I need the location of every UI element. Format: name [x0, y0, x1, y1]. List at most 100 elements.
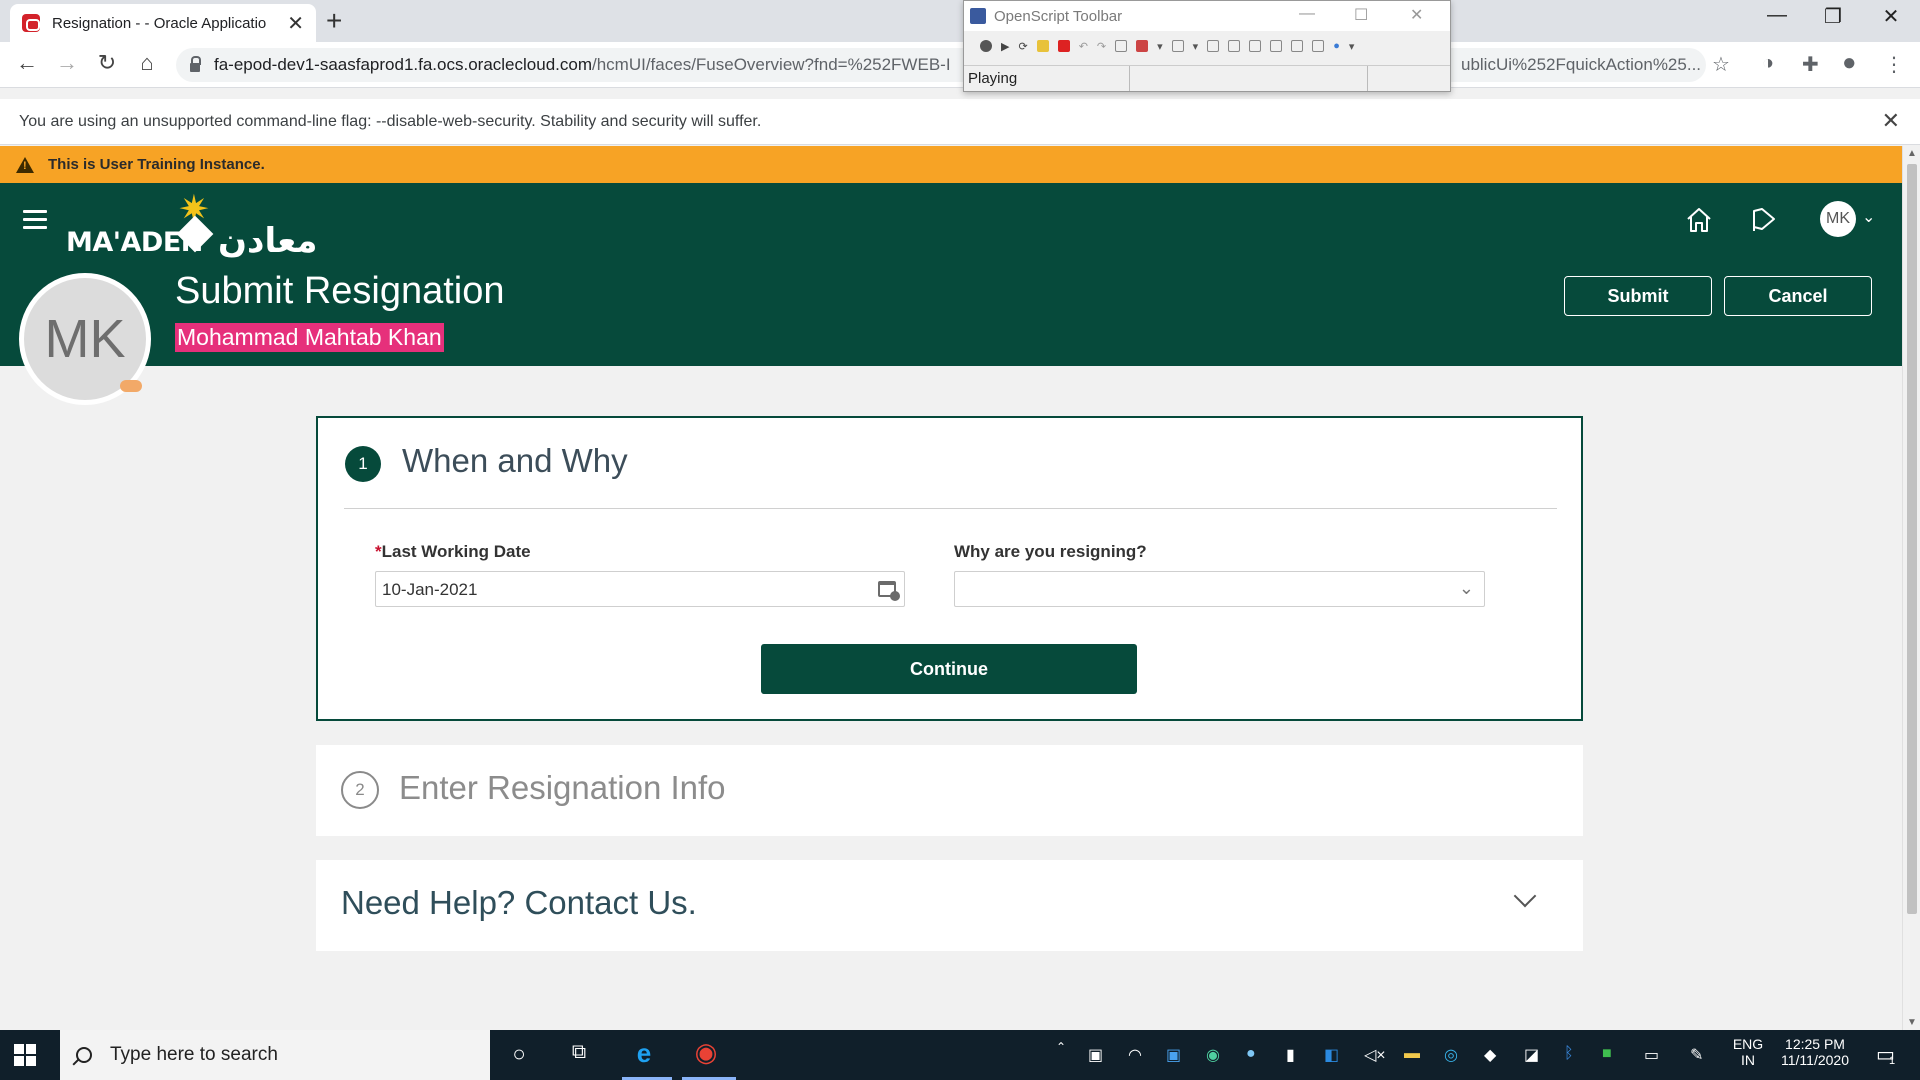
- calendar-icon[interactable]: [878, 581, 900, 601]
- play-icon[interactable]: ▶: [1001, 40, 1009, 53]
- tray-app-2-icon[interactable]: ▣: [1166, 1045, 1181, 1065]
- bluetooth-icon[interactable]: ᛒ: [1564, 1045, 1574, 1063]
- last-working-date-value: 10-Jan-2021: [382, 580, 478, 599]
- last-working-date-input[interactable]: 10-Jan-2021: [375, 571, 905, 607]
- cancel-button[interactable]: Cancel: [1724, 276, 1872, 316]
- stop-icon[interactable]: [1057, 40, 1070, 52]
- record-icon[interactable]: [980, 40, 992, 52]
- contact-us-section[interactable]: Need Help? Contact Us.: [316, 860, 1583, 951]
- cortana-icon[interactable]: ○: [506, 1041, 532, 1069]
- submit-button[interactable]: Submit: [1564, 276, 1712, 316]
- chrome-icon[interactable]: ◉: [688, 1037, 724, 1067]
- tab-title: Resignation - - Oracle Applicatio: [52, 14, 267, 32]
- tray-globe-icon[interactable]: ●: [1246, 1045, 1256, 1063]
- openscript-close-icon[interactable]: ✕: [1410, 5, 1423, 25]
- step-icon[interactable]: ⟳: [1018, 40, 1027, 53]
- person-name: Mohammad Mahtab Khan: [175, 323, 444, 352]
- window-close-icon[interactable]: ✕: [1866, 4, 1916, 29]
- user-menu-chevron-icon[interactable]: ⌄: [1862, 207, 1875, 227]
- section-divider: [344, 508, 1557, 509]
- openscript-toolbar-window: OpenScript Toolbar — ☐ ✕ ▶ ⟳ ↶ ↷ ▾ ▾ ● ▾…: [963, 0, 1451, 92]
- microphone-icon[interactable]: ▮: [1286, 1045, 1295, 1065]
- reload-icon[interactable]: ↻: [92, 50, 122, 76]
- tray-app-1-icon[interactable]: ▣: [1088, 1045, 1103, 1065]
- browser-tab[interactable]: Resignation - - Oracle Applicatio ✕: [10, 4, 316, 42]
- tree-icon[interactable]: [1270, 40, 1283, 52]
- scroll-thumb[interactable]: [1907, 164, 1917, 914]
- capture-icon[interactable]: [1136, 40, 1149, 52]
- new-tab-icon[interactable]: +: [326, 5, 342, 37]
- grid-icon[interactable]: [1312, 40, 1325, 52]
- expand-chevron-icon[interactable]: [1513, 884, 1537, 908]
- clock[interactable]: 12:25 PM 11/11/2020: [1774, 1036, 1856, 1068]
- training-instance-banner: This is User Training Instance.: [0, 146, 1902, 183]
- browser-menu-icon[interactable]: ⋮: [1884, 52, 1904, 77]
- maaden-logo[interactable]: ✷ MA'ADEN معادن: [66, 189, 336, 261]
- pause-icon[interactable]: [1036, 40, 1049, 52]
- redo-icon[interactable]: ↷: [1097, 40, 1106, 53]
- openscript-tools: ▶ ⟳ ↶ ↷ ▾ ▾ ● ▾: [964, 31, 1450, 61]
- back-icon[interactable]: ←: [12, 50, 42, 76]
- home-browser-icon[interactable]: ⌂: [132, 50, 162, 76]
- battery-icon[interactable]: ▭: [1644, 1045, 1659, 1065]
- openscript-minimize-icon[interactable]: —: [1299, 5, 1315, 23]
- language-indicator[interactable]: ENG IN: [1730, 1036, 1766, 1068]
- copy-icon[interactable]: [1115, 40, 1128, 52]
- object-test-icon[interactable]: [1249, 40, 1262, 52]
- openscript-maximize-icon[interactable]: ☐: [1354, 5, 1368, 25]
- table-test-icon[interactable]: [1228, 40, 1241, 52]
- tray-app-6-icon[interactable]: ■: [1602, 1045, 1612, 1063]
- extension-circle-icon[interactable]: ◑: [1762, 52, 1774, 75]
- tray-app-3-icon[interactable]: ◉: [1206, 1045, 1220, 1065]
- globe-icon[interactable]: ●: [1333, 40, 1340, 52]
- minimize-icon[interactable]: —: [1752, 4, 1802, 27]
- clock-time: 12:25 PM: [1785, 1036, 1845, 1052]
- continue-button[interactable]: Continue: [761, 644, 1137, 694]
- undo-icon[interactable]: ↶: [1079, 40, 1088, 53]
- page-dropdown-icon[interactable]: ▾: [1193, 40, 1199, 53]
- folder-icon[interactable]: ▬: [1404, 1045, 1420, 1063]
- text-test-icon[interactable]: [1207, 40, 1220, 52]
- search-icon: [76, 1047, 92, 1063]
- url-bar[interactable]: fa-epod-dev1-saasfaprod1.fa.ocs.oraclecl…: [176, 48, 1706, 82]
- forward-icon[interactable]: →: [52, 50, 82, 76]
- enter-resignation-info-section[interactable]: 2 Enter Resignation Info: [316, 745, 1583, 836]
- required-marker: *: [375, 542, 382, 561]
- page-scrollbar[interactable]: ▲ ▼: [1902, 146, 1920, 1030]
- tray-app-5-icon[interactable]: ◪: [1524, 1045, 1539, 1065]
- extensions-puzzle-icon[interactable]: ✚: [1802, 52, 1819, 77]
- page-title: Submit Resignation: [175, 270, 505, 312]
- home-icon[interactable]: [1684, 205, 1714, 235]
- list-icon[interactable]: [1291, 40, 1304, 52]
- page-icon[interactable]: [1171, 40, 1184, 52]
- tray-app-4-icon[interactable]: ◎: [1444, 1045, 1458, 1065]
- infobar-close-icon[interactable]: ✕: [1882, 108, 1900, 134]
- scroll-down-icon[interactable]: ▼: [1907, 1017, 1917, 1028]
- notification-count: 1: [1889, 1055, 1896, 1067]
- security-shield-icon[interactable]: ◆: [1484, 1045, 1496, 1065]
- openscript-status-cell-2: [1130, 66, 1368, 91]
- navigator-menu-icon[interactable]: [23, 210, 47, 234]
- wifi-icon[interactable]: ◠: [1128, 1045, 1142, 1065]
- notifications-flag-icon[interactable]: [1748, 205, 1778, 235]
- volume-muted-icon[interactable]: ◁×: [1364, 1045, 1386, 1065]
- openscript-titlebar: OpenScript Toolbar — ☐ ✕: [964, 1, 1450, 31]
- openscript-statusbar: Playing: [964, 65, 1450, 91]
- chevron-down-icon[interactable]: ⌄: [1459, 578, 1474, 599]
- globe-dropdown-icon[interactable]: ▾: [1349, 40, 1355, 53]
- user-menu-avatar[interactable]: MK: [1820, 201, 1856, 237]
- restore-icon[interactable]: ❐: [1808, 4, 1858, 29]
- pen-icon[interactable]: ✎: [1690, 1045, 1703, 1065]
- tray-overflow-icon[interactable]: ⌃: [1056, 1040, 1066, 1054]
- scroll-up-icon[interactable]: ▲: [1907, 148, 1917, 159]
- profile-icon[interactable]: ●: [1842, 49, 1857, 77]
- internet-explorer-icon[interactable]: e: [626, 1038, 662, 1068]
- outlook-icon[interactable]: ◧: [1324, 1045, 1339, 1065]
- capture-dropdown-icon[interactable]: ▾: [1157, 40, 1163, 53]
- reason-select[interactable]: ⌄: [954, 571, 1485, 607]
- taskbar-search-box[interactable]: Type here to search: [60, 1030, 490, 1080]
- bookmark-star-icon[interactable]: ☆: [1712, 52, 1730, 77]
- tab-close-icon[interactable]: ✕: [287, 11, 304, 36]
- windows-start-icon[interactable]: [14, 1044, 36, 1066]
- task-view-icon[interactable]: ⧉: [566, 1041, 592, 1069]
